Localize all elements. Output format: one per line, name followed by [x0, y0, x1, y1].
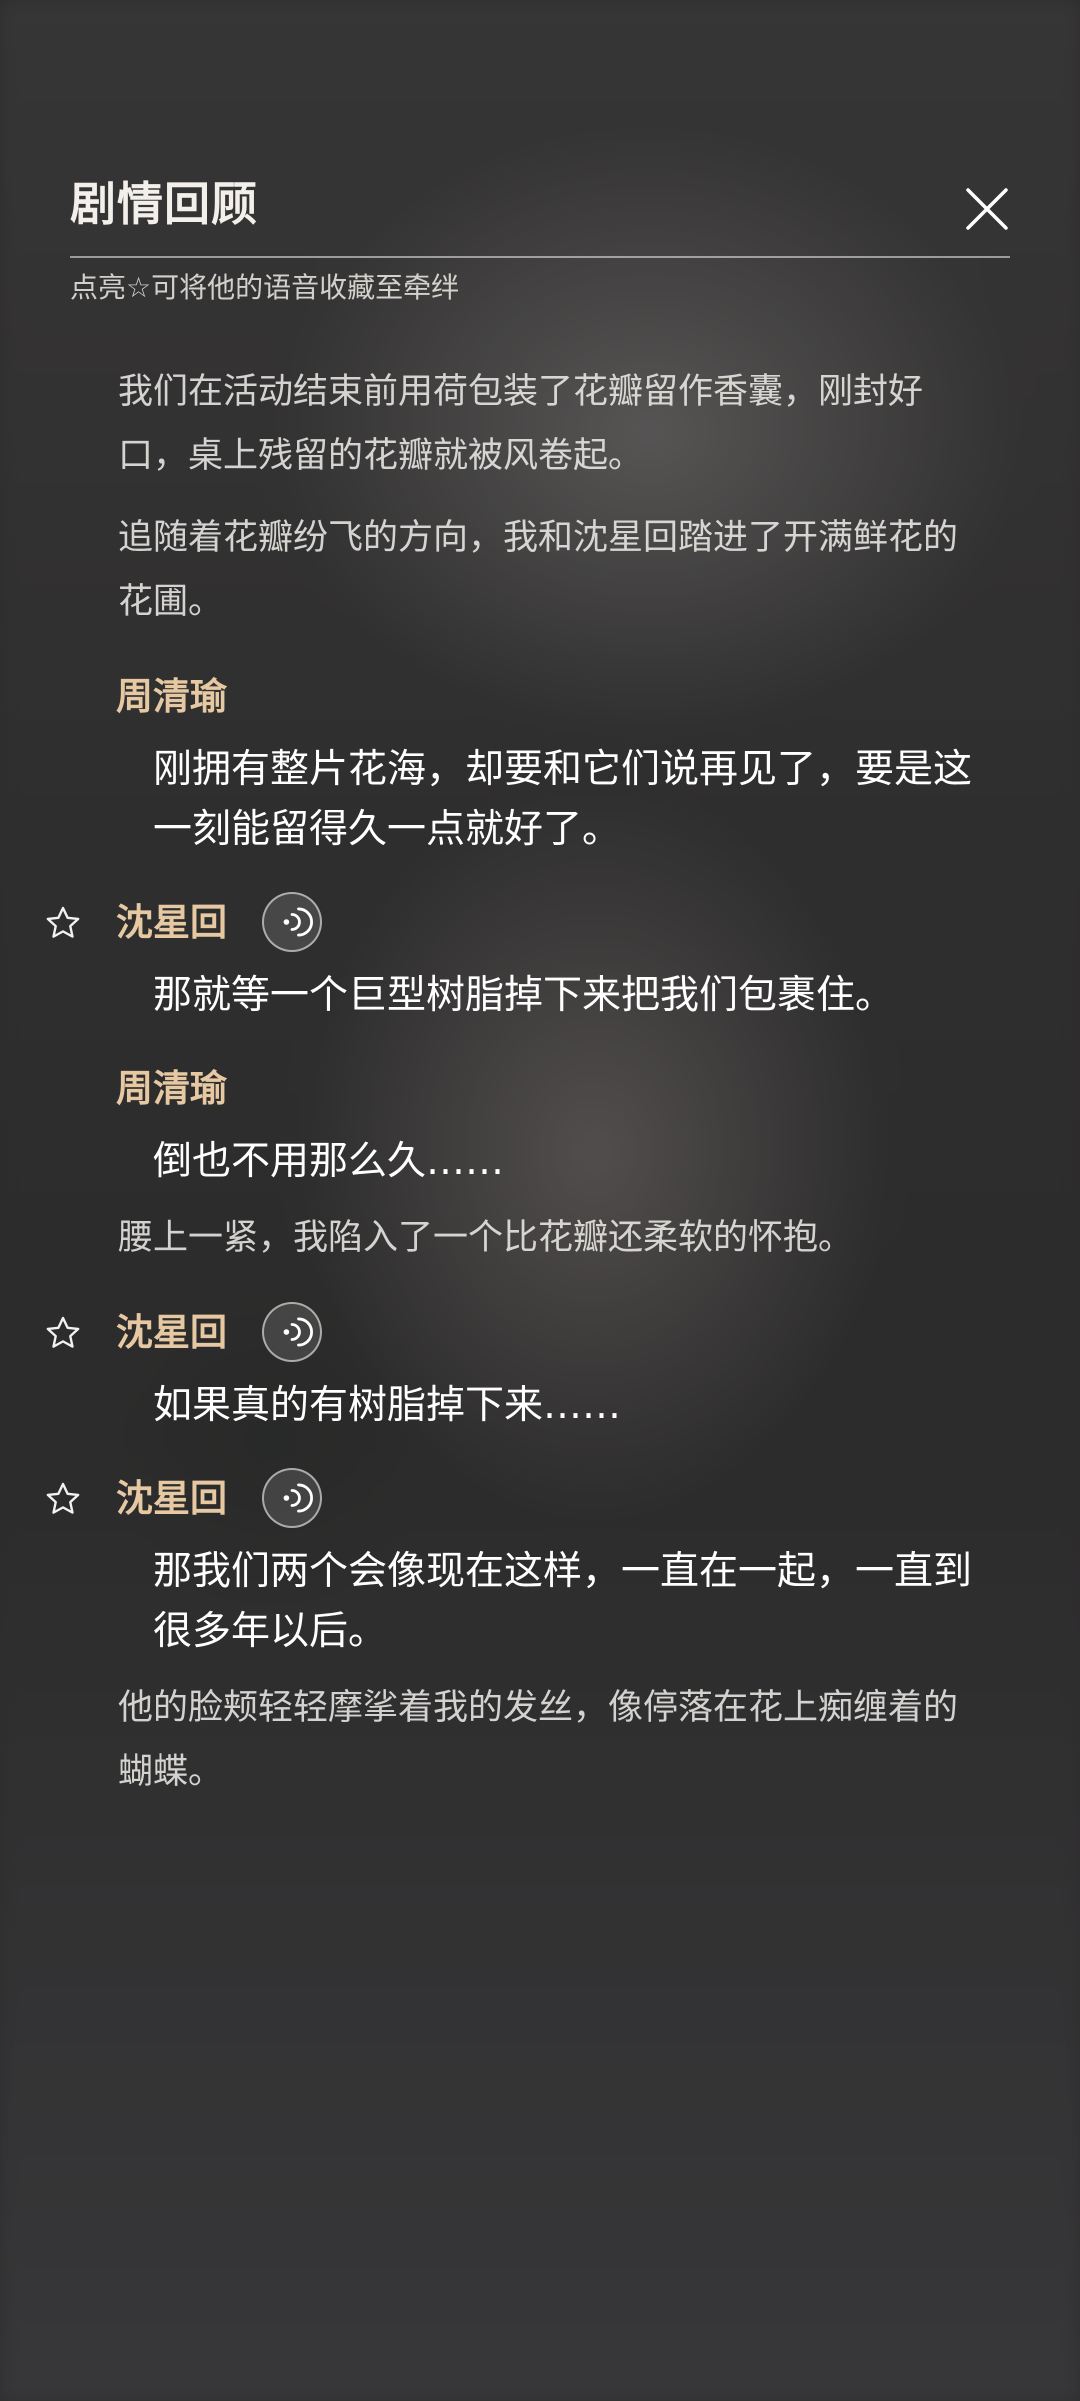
voice-play-icon [283, 1483, 313, 1513]
narration-text: 腰上一紧，我陷入了一个比花瓣还柔软的怀抱。 [118, 1218, 854, 1258]
narration-text: 他的脸颊轻轻摩挲着我的发丝，像停落在花上痴缠着的蝴蝶。 [118, 1688, 959, 1792]
speaker-name: 沈星回 [116, 1476, 227, 1520]
favorite-star-button[interactable] [44, 1314, 82, 1352]
star-outline-icon [46, 1482, 80, 1514]
voice-play-button[interactable] [262, 892, 322, 952]
star-outline-icon [46, 906, 80, 938]
speaker-name: 周清瑜 [116, 1066, 227, 1110]
dialogue-text: 那就等一个巨型树脂掉下来把我们包裹住。 [153, 973, 895, 1018]
speaker-row: 沈星回 [0, 1296, 1080, 1368]
narration-text: 我们在活动结束前用荷包装了花瓣留作香囊，刚封好口，桌上残留的花瓣就被风卷起。 [118, 372, 924, 476]
dialogue-text: 刚拥有整片花海，却要和它们说再见了，要是这一刻能留得久一点就好了。 [153, 747, 973, 852]
favorite-star-button[interactable] [44, 1480, 82, 1518]
speaker-row: 周清瑜 [0, 660, 1080, 732]
speaker-name: 沈星回 [116, 1310, 227, 1354]
speaker-row: 周清瑜 [0, 1052, 1080, 1124]
narration-text: 追随着花瓣纷飞的方向，我和沈星回踏进了开满鲜花的花圃。 [118, 518, 959, 622]
voice-play-icon [283, 907, 313, 937]
review-header: 剧情回顾 点亮☆可将他的语音收藏至牵绊 [70, 176, 1010, 304]
voice-play-button[interactable] [262, 1302, 322, 1362]
dialogue-text: 如果真的有树脂掉下来…… [153, 1383, 622, 1428]
voice-play-icon [283, 1317, 313, 1347]
story-review-list[interactable]: 我们在活动结束前用荷包装了花瓣留作香囊，刚封好口，桌上残留的花瓣就被风卷起。 追随… [0, 360, 1080, 1822]
speaker-row: 沈星回 [0, 1462, 1080, 1534]
voice-play-button[interactable] [262, 1468, 322, 1528]
dialogue-text: 那我们两个会像现在这样，一直在一起，一直到很多年以后。 [153, 1549, 973, 1654]
favorite-hint: 点亮☆可将他的语音收藏至牵绊 [70, 271, 460, 304]
close-icon [966, 188, 1008, 230]
favorite-star-button[interactable] [44, 904, 82, 942]
speaker-row: 沈星回 [0, 886, 1080, 958]
star-outline-icon [46, 1316, 80, 1348]
header-divider [70, 256, 1010, 258]
speaker-name: 沈星回 [116, 900, 227, 944]
page-title: 剧情回顾 [70, 177, 258, 231]
close-button[interactable] [964, 186, 1010, 232]
speaker-name: 周清瑜 [116, 674, 227, 718]
dialogue-text: 倒也不用那么久…… [153, 1139, 505, 1184]
